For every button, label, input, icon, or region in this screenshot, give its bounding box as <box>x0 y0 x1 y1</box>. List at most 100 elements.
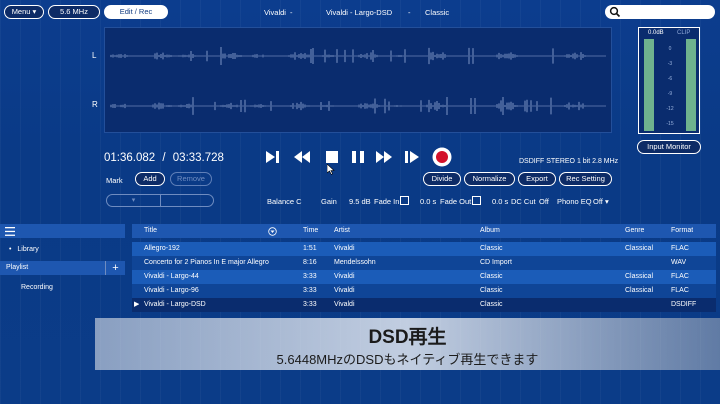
sidebar-header <box>0 224 125 238</box>
sample-rate-button[interactable]: 5.6 MHz <box>48 5 100 19</box>
mouse-cursor-icon <box>327 164 335 175</box>
menu-label: Menu <box>11 7 31 16</box>
track-title: Vivaldi - Largo-96 <box>144 287 199 294</box>
input-monitor-button[interactable]: Input Monitor <box>637 140 701 154</box>
sidebar-item-playlist[interactable]: Playlist + <box>0 261 125 275</box>
search-icon <box>609 6 621 18</box>
bullet-icon: • <box>9 246 12 253</box>
sort-indicator-icon[interactable] <box>268 227 277 236</box>
skip-to-end-button[interactable] <box>402 148 422 166</box>
play-from-start-icon <box>266 151 279 163</box>
add-mark-button[interactable]: Add <box>135 172 165 186</box>
track-genre: Classical <box>625 287 654 294</box>
rec-setting-button[interactable]: Rec Setting <box>559 172 612 186</box>
column-header-time[interactable]: Time <box>303 224 318 238</box>
sidebar-item-recording[interactable]: Recording <box>0 281 125 295</box>
meter-scale-tick: -15 <box>666 121 674 127</box>
normalize-button[interactable]: Normalize <box>464 172 515 186</box>
record-icon <box>432 147 452 167</box>
track-genre: Classical <box>625 245 654 252</box>
meter-scale: 0 -3 -6 -9 -12 -15 <box>664 42 676 132</box>
column-header-album[interactable]: Album <box>480 224 500 238</box>
sidebar-item-label: Recording <box>21 284 53 291</box>
table-row[interactable]: Vivaldi - Largo-96 3:33 Vivaldi Classic … <box>132 284 716 298</box>
waveform-display[interactable] <box>104 27 612 133</box>
column-header-format[interactable]: Format <box>671 224 693 238</box>
track-album: Classic <box>480 301 503 308</box>
meter-bar-right <box>686 39 696 131</box>
play-from-start-button[interactable] <box>263 148 283 166</box>
meter-scale-tick: -9 <box>667 91 673 97</box>
fade-in-checkbox[interactable] <box>400 196 409 205</box>
channel-left-label: L <box>92 51 97 60</box>
table-header: Title Time Artist Album Genre Format <box>132 224 716 238</box>
dc-cut-label: DC Cut <box>511 197 536 206</box>
now-playing-genre: Classic <box>425 8 450 17</box>
column-header-artist[interactable]: Artist <box>334 224 350 238</box>
phono-eq-select[interactable]: Off ▾ <box>593 197 609 206</box>
meter-scale-tick: -3 <box>667 61 673 67</box>
fade-out-value[interactable]: 0.0 s <box>492 197 508 206</box>
table-row[interactable]: Vivaldi - Largo-44 3:33 Vivaldi Classic … <box>132 270 716 284</box>
time-display: 01:36.082 / 03:33.728 <box>104 152 224 164</box>
track-format: FLAC <box>671 287 689 294</box>
sidebar-item-label: Playlist <box>6 264 29 271</box>
balance-label[interactable]: Balance C <box>267 197 302 206</box>
remove-mark-button[interactable]: Remove <box>170 172 212 186</box>
fade-in-value[interactable]: 0.0 s <box>420 197 436 206</box>
rewind-icon <box>294 151 310 163</box>
table-row[interactable]: Allegro-192 1:51 Vivaldi Classic Classic… <box>132 242 716 256</box>
menu-button[interactable]: Menu ▾ <box>4 5 44 19</box>
table-row[interactable]: Concerto for 2 Pianos In E major Allegro… <box>132 256 716 270</box>
sidebar: • Library Playlist + Recording <box>0 224 125 314</box>
input-monitor-label: Input Monitor <box>647 142 691 151</box>
track-time: 3:33 <box>303 287 317 294</box>
caption-banner: DSD再生 5.6448MHzのDSDもネイティブ再生できます <box>95 318 720 370</box>
track-format: FLAC <box>671 245 689 252</box>
divide-button[interactable]: Divide <box>423 172 461 186</box>
gain-value[interactable]: 9.5 dB <box>349 197 371 206</box>
fast-forward-button[interactable] <box>374 148 394 166</box>
edit-rec-button[interactable]: Edit / Rec <box>104 5 168 19</box>
meter-db-label: 0.0dB <box>648 30 664 36</box>
skip-to-end-icon <box>405 151 419 163</box>
pause-button[interactable] <box>348 148 368 166</box>
chevron-down-icon: ▾ <box>32 7 37 16</box>
rewind-button[interactable] <box>292 148 312 166</box>
export-label: Export <box>526 174 548 183</box>
hamburger-menu-icon[interactable] <box>5 227 15 236</box>
caption-title: DSD再生 <box>368 327 447 348</box>
track-format: WAV <box>671 259 687 266</box>
table-row[interactable]: ▶ Vivaldi - Largo-DSD 3:33 Vivaldi Class… <box>132 298 716 312</box>
track-album: Classic <box>480 273 503 280</box>
chevron-down-icon: ▾ <box>107 195 161 206</box>
meter-scale-tick: -6 <box>667 76 673 82</box>
track-genre: Classical <box>625 273 654 280</box>
edit-rec-label: Edit / Rec <box>119 7 153 16</box>
add-mark-label: Add <box>143 174 157 183</box>
level-meter: 0.0dB CLIP 0 -3 -6 -9 -12 -15 <box>638 27 700 134</box>
now-playing-sep: - <box>290 8 293 17</box>
mark-select[interactable]: ▾ <box>106 194 214 207</box>
track-artist: Vivaldi <box>334 273 355 280</box>
export-button[interactable]: Export <box>518 172 556 186</box>
meter-clip-label: CLIP <box>677 30 691 36</box>
divide-label: Divide <box>431 174 453 183</box>
track-album: Classic <box>480 245 503 252</box>
waveform-svg <box>110 47 606 115</box>
track-time: 8:16 <box>303 259 317 266</box>
total-duration: 03:33.728 <box>172 152 224 164</box>
now-playing-icon: ▶ <box>134 301 140 308</box>
sample-rate-label: 5.6 MHz <box>60 7 88 16</box>
sidebar-item-library[interactable]: • Library <box>0 243 125 257</box>
column-header-genre[interactable]: Genre <box>625 224 644 238</box>
search-input[interactable] <box>605 5 715 19</box>
meter-scale-tick: 0 <box>668 46 672 52</box>
add-playlist-button[interactable]: + <box>105 261 125 275</box>
fade-out-checkbox[interactable] <box>472 196 481 205</box>
remove-mark-label: Remove <box>177 174 205 183</box>
dc-cut-value[interactable]: Off <box>539 197 549 206</box>
column-header-title[interactable]: Title <box>144 224 157 238</box>
record-button[interactable] <box>431 146 453 168</box>
sidebar-item-label: Library <box>17 246 39 253</box>
